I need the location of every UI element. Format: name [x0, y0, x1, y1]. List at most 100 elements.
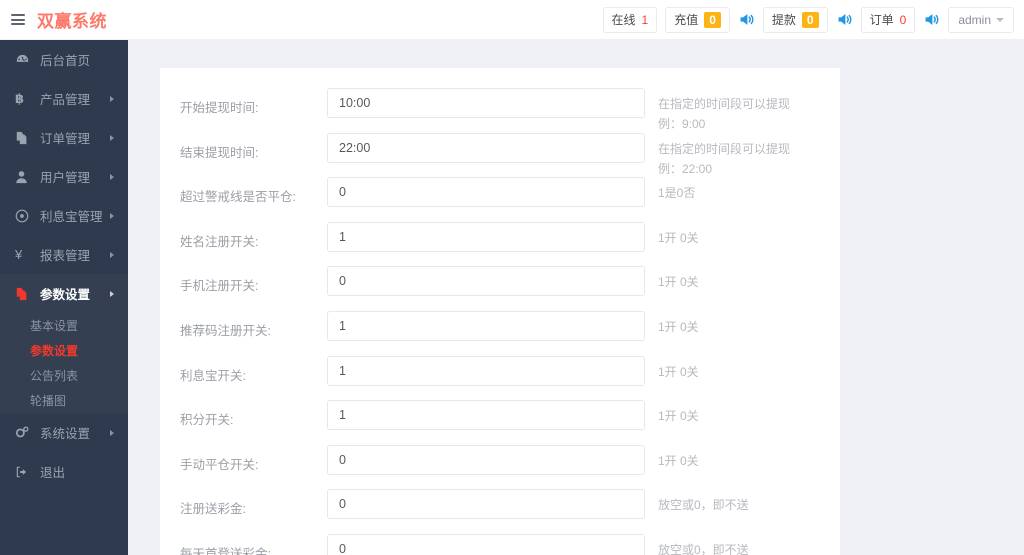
copy-files-icon [15, 287, 32, 301]
status-recharge[interactable]: 充值 0 [665, 6, 730, 33]
form-row: 每天首登送彩金: 放空或0，即不送 [160, 532, 840, 555]
sidebar-item-user[interactable]: 用户管理 [0, 157, 128, 196]
form-field-label: 积分开关: [180, 413, 234, 428]
sidebar-item-params[interactable]: 参数设置 [0, 274, 128, 313]
sidebar-item-label: 产品管理 [40, 93, 91, 107]
header-status-group: 在线 1 充值 0 提款 0 订单 0 admin [602, 6, 1014, 33]
form-row: 开始提现时间: 在指定的时间段可以提现 例：9:00 [160, 86, 840, 131]
form-row: 推荐码注册开关: 1开 0关 [160, 309, 840, 354]
form-row: 姓名注册开关: 1开 0关 [160, 220, 840, 265]
sidebar-item-label: 退出 [40, 466, 66, 480]
main-content: 开始提现时间: 在指定的时间段可以提现 例：9:00 结束提现时间: 在指定的时间段可… [128, 40, 1024, 555]
form-field-input[interactable] [327, 400, 645, 431]
status-order-value: 0 [899, 12, 907, 27]
form-field-label: 手动平仓开关: [180, 457, 259, 472]
form-field-hint: 放空或0，即不送 [658, 498, 749, 513]
sidebar-item-system-settings[interactable]: 系统设置 [0, 413, 128, 452]
hamburger-icon[interactable] [11, 14, 25, 25]
yen-icon: ¥ [15, 247, 23, 262]
status-withdraw[interactable]: 提款 0 [762, 6, 828, 33]
chevron-right-icon [110, 251, 114, 258]
sidebar-subitem-basic-settings[interactable]: 基本设置 [0, 313, 128, 338]
sidebar-item-dashboard[interactable]: 后台首页 [0, 40, 128, 79]
clock-icon [15, 209, 32, 223]
sidebar-subitem-label: 轮播图 [30, 394, 67, 408]
sidebar-item-logout[interactable]: 退出 [0, 452, 128, 491]
form-field-label: 手机注册开关: [180, 279, 259, 294]
copy-files-icon [15, 131, 32, 145]
form-row: 利息宝开关: 1开 0关 [160, 354, 840, 399]
sidebar-item-label: 报表管理 [40, 249, 91, 263]
form-field-label: 利息宝开关: [180, 368, 246, 383]
status-order[interactable]: 订单 0 [860, 6, 916, 33]
form-row: 积分开关: 1开 0关 [160, 398, 840, 443]
form-row: 结束提现时间: 在指定的时间段可以提现 例：22:00 [160, 131, 840, 176]
speaker-icon[interactable] [836, 11, 853, 28]
form-field-hint: 1开 0关 [658, 230, 699, 245]
settings-panel: 开始提现时间: 在指定的时间段可以提现 例：9:00 结束提现时间: 在指定的时间段可… [160, 68, 840, 555]
status-order-label: 订单 [869, 13, 894, 27]
sidebar-subitem-label: 参数设置 [30, 344, 79, 358]
dashboard-icon [15, 52, 32, 67]
form-field-hint: 在指定的时间段可以提现 例：9:00 [658, 97, 791, 131]
form-field-hint: 放空或0，即不送 [658, 542, 749, 555]
form-field-label: 姓名注册开关: [180, 234, 259, 249]
form-field-label: 开始提现时间: [180, 101, 259, 115]
form-field-input[interactable] [327, 221, 645, 252]
form-row: 手动平仓开关: 1开 0关 [160, 443, 840, 488]
user-menu-label: admin [958, 12, 991, 27]
chevron-right-icon [110, 429, 114, 436]
chevron-right-icon [110, 290, 114, 297]
chevron-right-icon [110, 212, 114, 219]
form-field-input[interactable] [327, 266, 645, 297]
sidebar-item-product[interactable]: ฿ 产品管理 [0, 79, 128, 118]
chevron-right-icon [110, 134, 114, 141]
sidebar-subitem-label: 基本设置 [30, 319, 79, 333]
form-field-label: 推荐码注册开关: [180, 323, 271, 338]
form-field-label: 超过警戒线是否平仓: [180, 190, 296, 205]
form-field-hint: 在指定的时间段可以提现 例：22:00 [658, 141, 791, 176]
form-field-hint: 1开 0关 [658, 453, 699, 468]
status-withdraw-label: 提款 [771, 13, 796, 27]
form-field-label: 每天首登送彩金: [180, 546, 271, 555]
form-field-input[interactable] [327, 132, 645, 163]
form-field-hint: 1开 0关 [658, 409, 699, 424]
form-row: 注册送彩金: 放空或0，即不送 [160, 487, 840, 532]
form-field-input[interactable] [327, 533, 645, 555]
form-field-hint: 1开 0关 [658, 364, 699, 379]
sidebar-item-label: 后台首页 [40, 54, 91, 68]
form-row: 超过警戒线是否平仓: 1是0否 [160, 175, 840, 220]
sidebar-subitem-param-settings[interactable]: 参数设置 [0, 338, 128, 363]
sidebar-subitem-carousel[interactable]: 轮播图 [0, 388, 128, 413]
sidebar-item-report[interactable]: ¥ 报表管理 [0, 235, 128, 274]
status-recharge-value: 0 [704, 11, 721, 28]
status-online-value: 1 [641, 12, 649, 27]
form-field-input[interactable] [327, 88, 645, 118]
form-field-input[interactable] [327, 177, 645, 208]
form-field-input[interactable] [327, 444, 645, 475]
sidebar-subitem-notice-list[interactable]: 公告列表 [0, 363, 128, 388]
sidebar: 后台首页 ฿ 产品管理 订单管理 用户管理 利息宝管理 ¥ 报表管理 参数设置 … [0, 40, 128, 555]
user-menu[interactable]: admin [948, 6, 1014, 33]
status-withdraw-value: 0 [801, 11, 819, 28]
sidebar-item-order[interactable]: 订单管理 [0, 118, 128, 157]
sidebar-item-label: 利息宝管理 [40, 210, 103, 224]
status-recharge-label: 充值 [674, 13, 699, 27]
form-field-input[interactable] [327, 355, 645, 386]
bitcoin-icon: ฿ [15, 90, 25, 106]
form-row: 手机注册开关: 1开 0关 [160, 264, 840, 309]
user-icon [15, 170, 32, 184]
form-field-label: 注册送彩金: [180, 502, 246, 517]
speaker-icon[interactable] [738, 11, 755, 28]
form-field-input[interactable] [327, 489, 645, 520]
speaker-icon[interactable] [923, 11, 940, 28]
sidebar-submenu-params: 基本设置 参数设置 公告列表 轮播图 [0, 313, 128, 413]
page-title: 双赢系统 [37, 12, 107, 31]
form-field-hint: 1是0否 [658, 186, 696, 201]
form-field-input[interactable] [327, 310, 645, 341]
sidebar-item-label: 订单管理 [40, 132, 91, 146]
status-online[interactable]: 在线 1 [602, 6, 658, 33]
sidebar-item-label: 用户管理 [40, 171, 91, 185]
top-header: 双赢系统 在线 1 充值 0 提款 0 订单 0 admin [0, 0, 1024, 40]
sidebar-item-interest[interactable]: 利息宝管理 [0, 196, 128, 235]
